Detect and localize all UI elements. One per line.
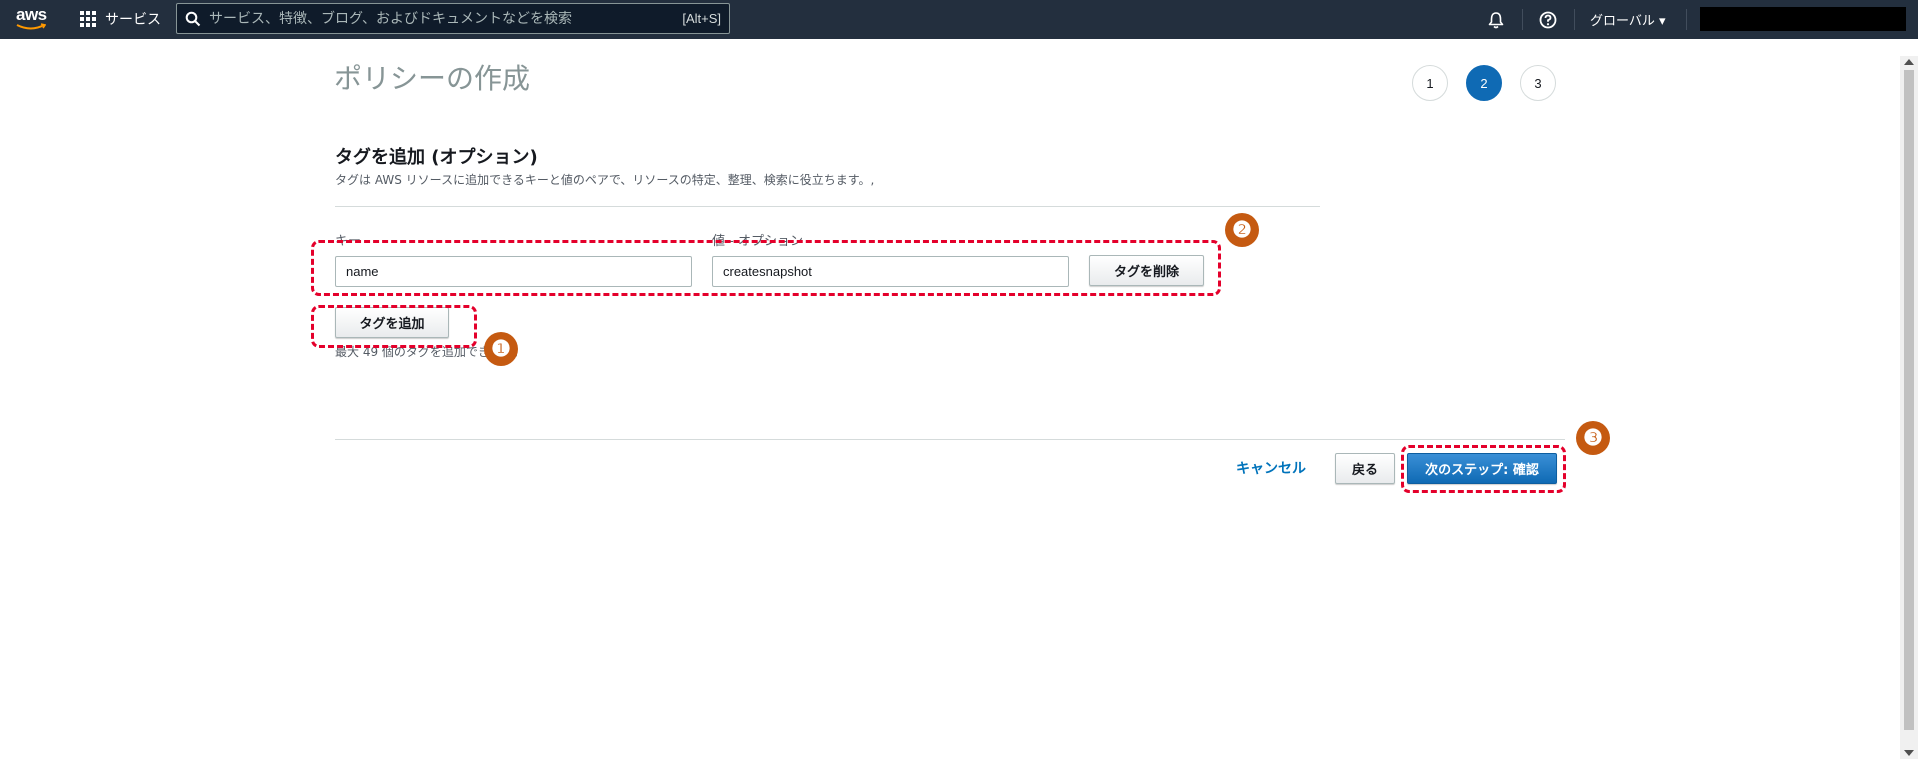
search-shortcut-hint: [Alt+S] xyxy=(682,11,721,26)
page-scrollbar[interactable] xyxy=(1900,56,1918,759)
add-tag-button[interactable]: タグを追加 xyxy=(335,307,449,338)
account-menu-redacted[interactable] xyxy=(1700,7,1906,31)
notifications-button[interactable] xyxy=(1484,9,1508,30)
wizard-step-3[interactable]: 3 xyxy=(1520,65,1556,101)
remove-tag-button[interactable]: タグを削除 xyxy=(1089,255,1204,286)
aws-smile-icon xyxy=(16,23,46,30)
search-icon xyxy=(185,11,201,26)
annotation-badge-3: ❸ xyxy=(1576,421,1610,455)
help-icon xyxy=(1539,11,1557,28)
annotation-badge-2: ❷ xyxy=(1225,213,1259,247)
tags-section-description: タグは AWS リソースに追加できるキーと値のペアで、リソースの特定、整理、検索… xyxy=(335,173,875,187)
aws-logo-text: aws xyxy=(16,5,47,24)
grid-icon xyxy=(80,10,97,28)
scroll-up-arrow-icon[interactable] xyxy=(1904,59,1914,65)
aws-logo[interactable]: aws xyxy=(12,3,56,35)
search-input[interactable] xyxy=(201,4,683,33)
region-selector[interactable]: グローバル ▾ xyxy=(1590,10,1666,29)
footer-divider xyxy=(335,439,1565,440)
services-label: サービス xyxy=(105,12,161,28)
tag-value-label: 値 - オプション xyxy=(712,234,803,249)
cancel-button[interactable]: キャンセル xyxy=(1236,458,1306,478)
page-title: ポリシーの作成 xyxy=(334,62,531,95)
tag-value-input[interactable] xyxy=(712,256,1069,287)
tag-key-label: キー xyxy=(335,234,362,249)
bell-icon xyxy=(1488,11,1504,28)
nav-divider xyxy=(1574,9,1575,30)
services-menu-button[interactable]: サービス xyxy=(80,8,161,30)
back-button[interactable]: 戻る xyxy=(1335,453,1395,484)
nav-divider xyxy=(1686,9,1687,30)
global-search-box[interactable]: [Alt+S] xyxy=(176,3,730,34)
scroll-down-arrow-icon[interactable] xyxy=(1904,750,1914,756)
section-divider xyxy=(335,206,1320,207)
help-button[interactable] xyxy=(1536,9,1560,30)
next-step-review-button[interactable]: 次のステップ: 確認 xyxy=(1407,453,1557,484)
scroll-thumb[interactable] xyxy=(1904,70,1914,730)
annotation-badge-1: ❶ xyxy=(484,332,518,366)
wizard-step-2[interactable]: 2 xyxy=(1466,65,1502,101)
tag-key-input[interactable] xyxy=(335,256,692,287)
wizard-step-1[interactable]: 1 xyxy=(1412,65,1448,101)
tags-section-title: タグを追加 (オプション) xyxy=(335,147,538,168)
nav-divider xyxy=(1522,9,1523,30)
top-navigation-bar: aws サービス [Alt+S] グローバル ▾ xyxy=(0,0,1918,39)
